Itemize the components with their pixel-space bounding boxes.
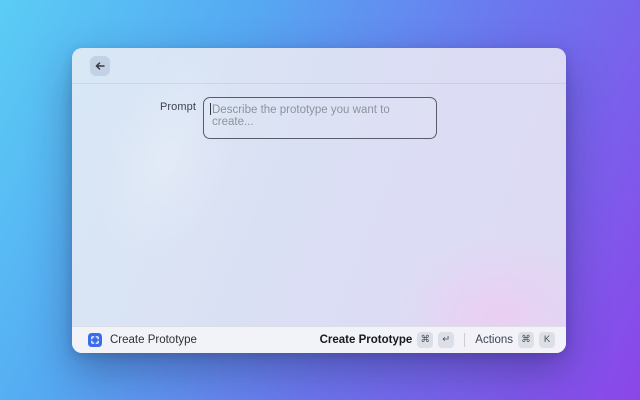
back-button[interactable]	[90, 56, 110, 76]
command-identity: Create Prototype	[88, 333, 197, 347]
frame-corners-icon	[88, 333, 102, 347]
primary-action-label: Create Prototype	[319, 334, 413, 346]
prompt-textarea[interactable]	[203, 97, 437, 139]
status-bar: Create Prototype Create Prototype ⌘ ↵ Ac…	[72, 326, 566, 353]
statusbar-divider	[464, 333, 466, 347]
cmd-key-icon: ⌘	[518, 332, 534, 348]
actions-menu-button[interactable]: Actions ⌘ K	[472, 330, 558, 350]
command-window: Prompt Create Prototype Create Prototype	[72, 48, 566, 353]
desktop-wallpaper: Prompt Create Prototype Create Prototype	[0, 0, 640, 400]
window-header	[72, 48, 566, 84]
command-name-label: Create Prototype	[110, 334, 197, 346]
actions-menu-label: Actions	[475, 334, 513, 346]
cmd-key-icon: ⌘	[417, 332, 434, 348]
primary-action-button[interactable]: Create Prototype ⌘ ↵	[317, 330, 458, 350]
return-key-icon: ↵	[438, 332, 455, 348]
prompt-field-label: Prompt	[159, 101, 196, 113]
statusbar-actions: Create Prototype ⌘ ↵ Actions ⌘ K	[317, 330, 558, 350]
back-arrow-icon	[94, 60, 106, 72]
k-key-icon: K	[539, 332, 555, 348]
